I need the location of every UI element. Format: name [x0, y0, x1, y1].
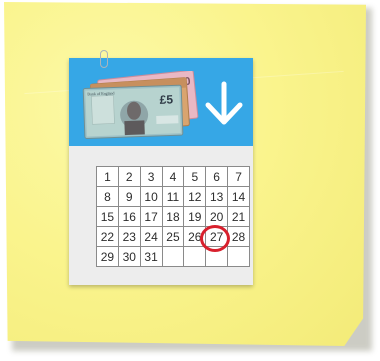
calendar-day-23: 23 — [117, 226, 141, 247]
calendar-day-19: 19 — [183, 206, 207, 227]
payday-calendar-card: £20 £5 Bank of England — [69, 58, 253, 285]
calendar-day-21: 21 — [227, 206, 250, 227]
calendar-week-row: 29 30 31 — [96, 246, 250, 267]
calendar-day-27: 27 — [205, 226, 229, 247]
calendar-day-28: 28 — [227, 226, 250, 247]
bank-name-text: Bank of England — [87, 90, 114, 96]
calendar-day-13: 13 — [205, 186, 229, 207]
calendar-week-row: 8 9 10 11 12 13 14 — [96, 186, 250, 207]
calendar-day-empty — [161, 246, 185, 267]
card-header: £20 £5 Bank of England — [69, 58, 253, 146]
calendar-day-15: 15 — [96, 206, 119, 227]
calendar-day-empty — [227, 246, 250, 267]
calendar-day-25: 25 — [161, 226, 185, 247]
calendar-day-10: 10 — [139, 186, 163, 207]
calendar-day-1: 1 — [96, 166, 119, 187]
calendar-day-7: 7 — [227, 166, 250, 187]
calendar-day-30: 30 — [117, 246, 141, 267]
banknotes-icon: £20 £5 Bank of England — [82, 71, 199, 139]
sticky-note-scene: £20 £5 Bank of England — [0, 0, 380, 361]
paper-clip — [100, 50, 108, 68]
front-note-value: £5 — [159, 92, 173, 106]
calendar-day-22: 22 — [96, 226, 119, 247]
calendar-week-row: 15 16 17 18 19 20 21 — [96, 206, 250, 227]
calendar-day-11: 11 — [161, 186, 185, 207]
calendar-day-24: 24 — [139, 226, 163, 247]
arrow-down-icon — [205, 81, 243, 125]
calendar-day-17: 17 — [139, 206, 163, 227]
calendar-day-20: 20 — [205, 206, 229, 227]
calendar-day-26: 26 — [183, 226, 207, 247]
calendar-day-3: 3 — [139, 166, 163, 187]
calendar-grid: 1 2 3 4 5 6 7 8 9 10 11 12 13 14 15 16 17 18 19 20 21 22 23 24 2… — [96, 166, 250, 267]
calendar-day-5: 5 — [183, 166, 207, 187]
calendar-day-18: 18 — [161, 206, 185, 227]
calendar-week-row: 22 23 24 25 26 27 28 — [96, 226, 250, 247]
calendar-day-9: 9 — [117, 186, 141, 207]
calendar-day-12: 12 — [183, 186, 207, 207]
calendar-day-8: 8 — [96, 186, 119, 207]
calendar-day-empty — [183, 246, 207, 267]
calendar-day-empty — [205, 246, 229, 267]
calendar-day-16: 16 — [117, 206, 141, 227]
calendar-day-2: 2 — [117, 166, 141, 187]
calendar-day-14: 14 — [227, 186, 250, 207]
calendar-week-row: 1234567 — [96, 166, 250, 187]
calendar-day-29: 29 — [96, 246, 119, 267]
calendar-day-6: 6 — [205, 166, 229, 187]
calendar-day-31: 31 — [139, 246, 163, 267]
calendar-day-4: 4 — [161, 166, 185, 187]
